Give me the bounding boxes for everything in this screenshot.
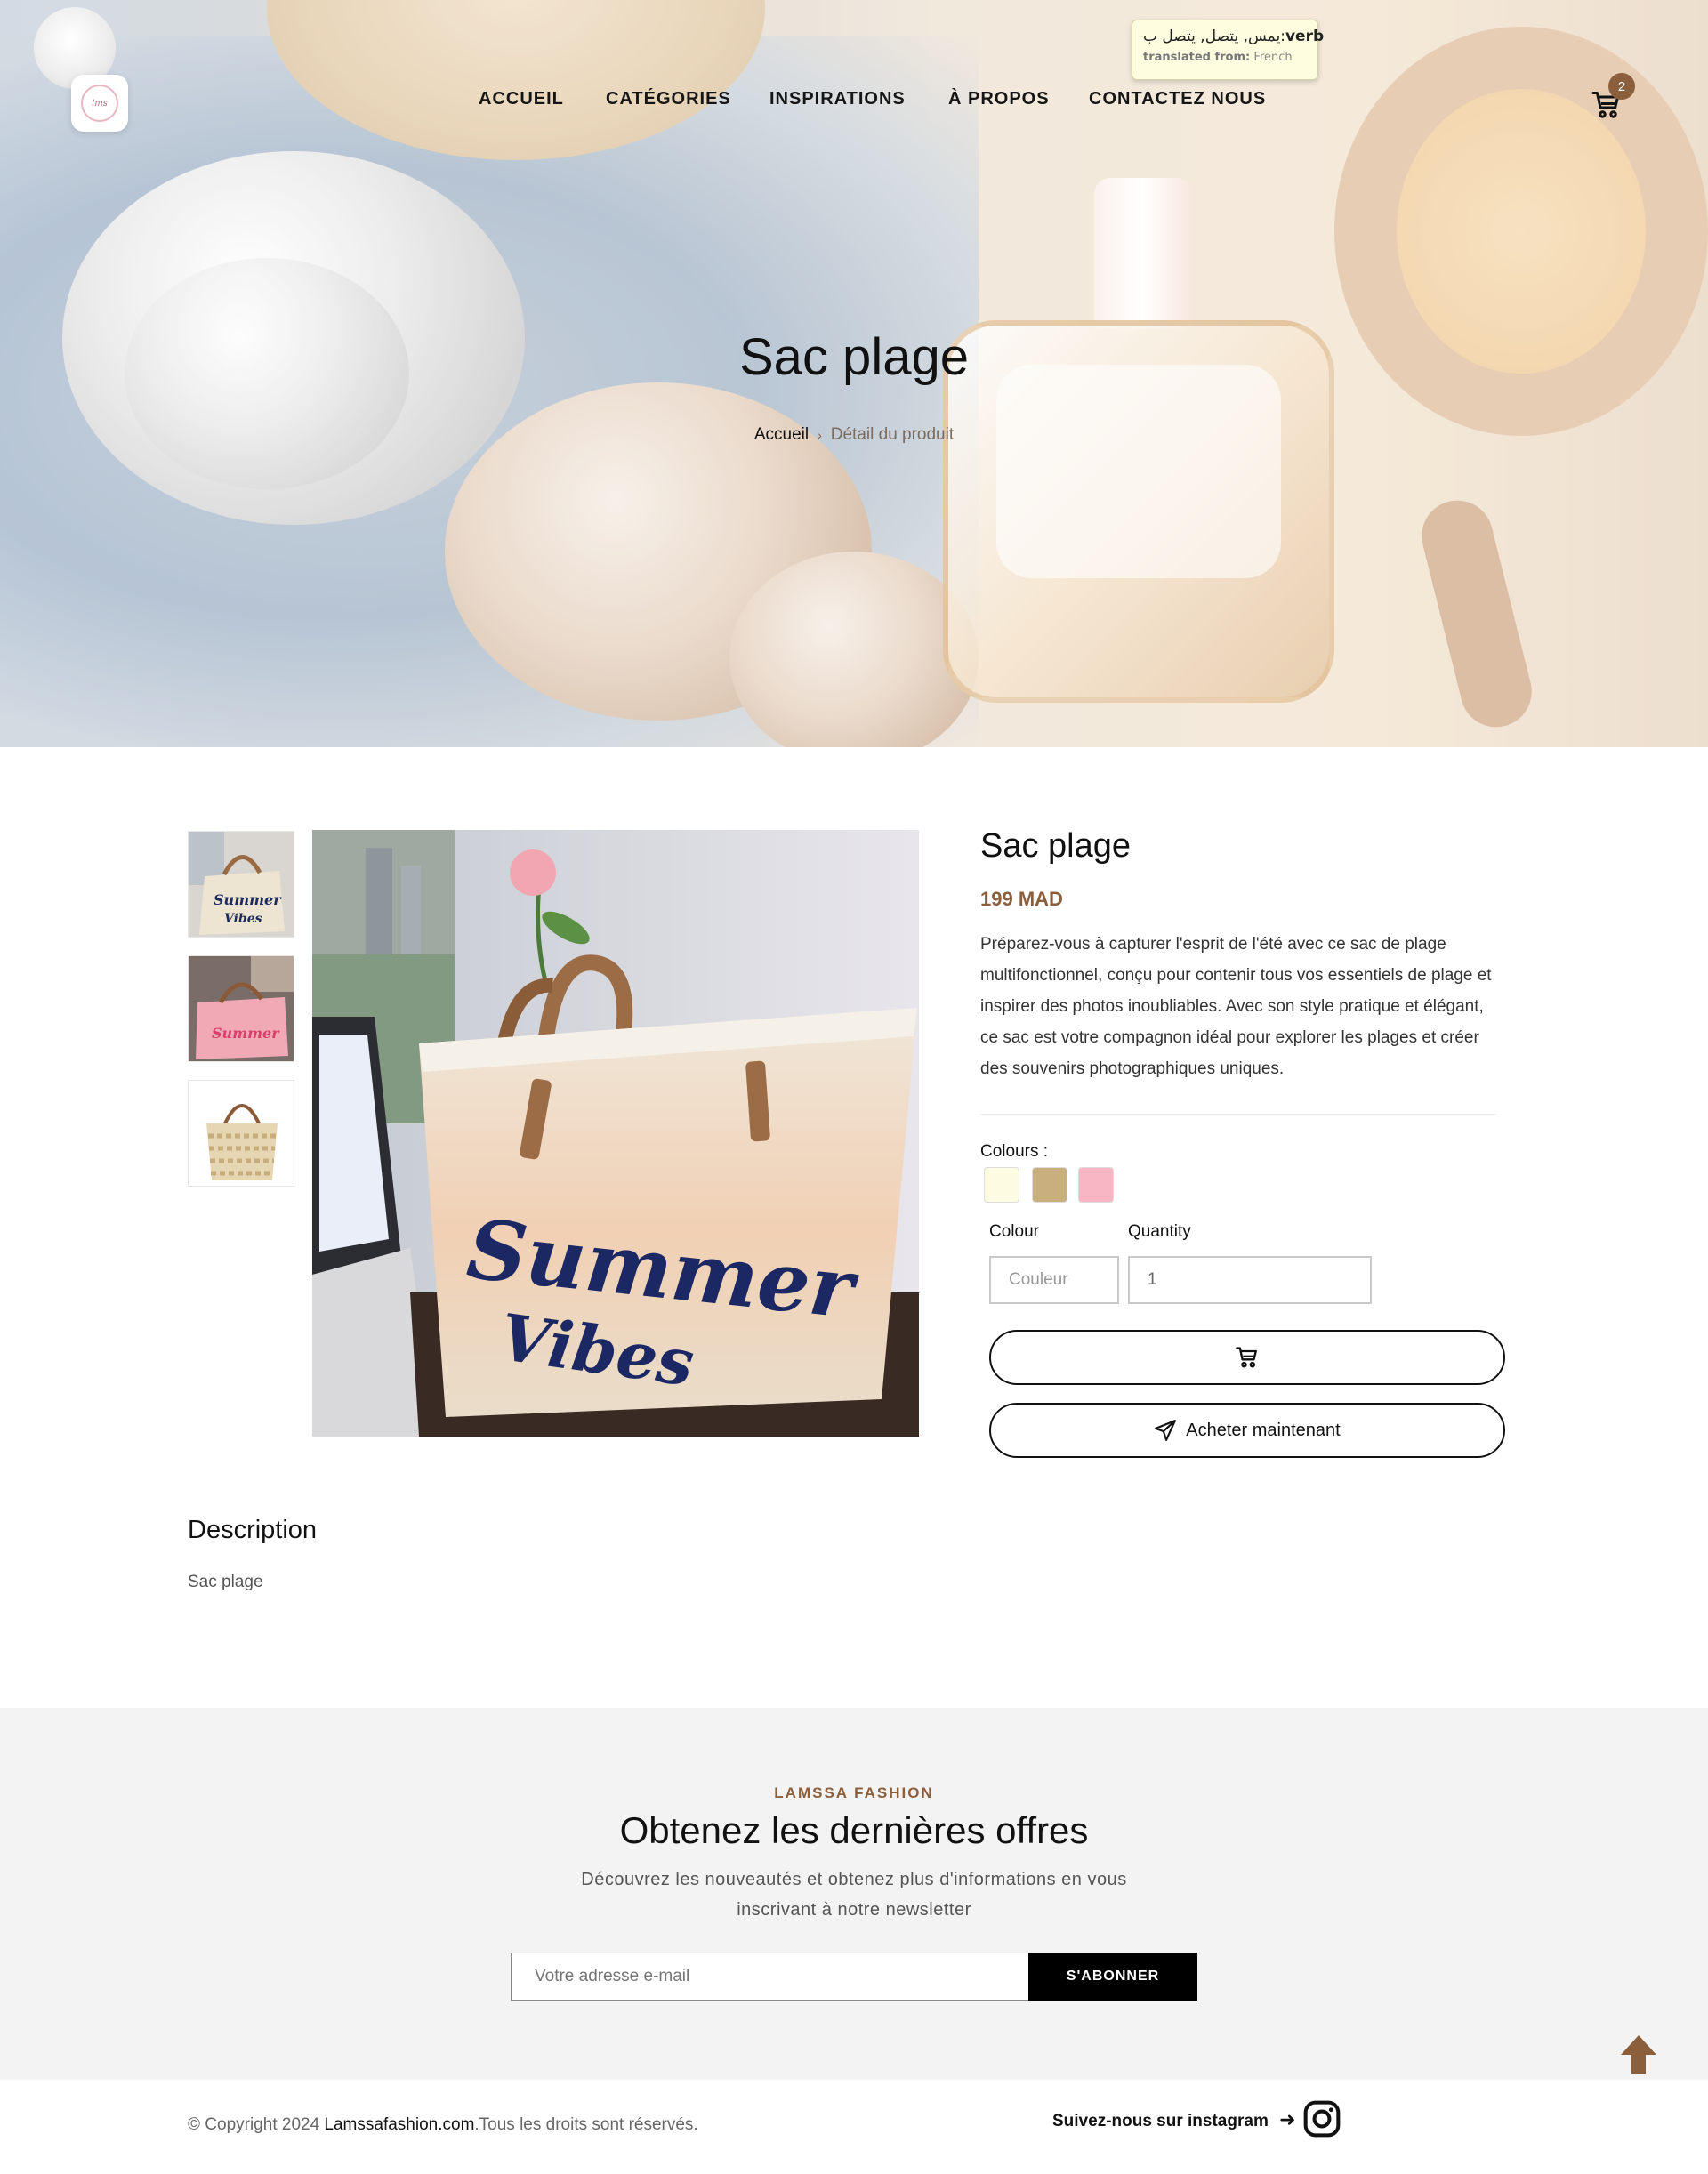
svg-text:Vibes: Vibes [224,912,262,926]
footer: © Copyright 2024 Lamssafashion.com.Tous … [0,2080,1708,2174]
colour-field-label: Colour [989,1222,1039,1241]
newsletter-title: Obtenez les dernières offres [619,1809,1089,1851]
translation-from-lang: French [1253,51,1293,64]
translation-from-label: translated from: [1143,51,1251,64]
svg-text:Summer: Summer [212,1025,280,1042]
colour-swatch-pink[interactable] [1078,1167,1114,1203]
thumbnail-bag-straw-image [189,1081,294,1186]
copyright-suffix: .Tous les droits sont réservés. [474,2115,698,2134]
product-price: 199 MAD [980,888,1063,910]
scroll-to-top-arrow-icon[interactable] [1619,2033,1658,2076]
product-thumbnail-1[interactable]: Summer Vibes [188,831,294,938]
nav-contact[interactable]: CONTACTEZ NOUS [1089,89,1266,109]
newsletter-section: LAMSSA FASHION Obtenez les dernières off… [0,1708,1708,2080]
quantity-input[interactable] [1128,1256,1372,1304]
add-to-cart-button[interactable] [989,1330,1505,1385]
cart-icon [1236,1347,1257,1368]
product-thumbnail-2[interactable]: Summer [188,955,294,1062]
colour-input[interactable] [989,1256,1119,1304]
copyright: © Copyright 2024 Lamssafashion.com.Tous … [188,2115,698,2135]
instagram-follow-text[interactable]: Suivez-nous sur instagram [1052,2112,1269,2131]
breadcrumb: Accueil › Détail du produit [0,425,1708,445]
colour-swatch-cream[interactable] [984,1167,1019,1203]
instagram-icon[interactable] [1302,2099,1341,2138]
product-main-image[interactable]: Summer Vibes [312,830,919,1437]
quantity-field-label: Quantity [1128,1222,1191,1241]
description-title: Description [188,1516,318,1544]
thumbnail-bag-pink-image: Summer [189,956,294,1061]
copyright-prefix: © Copyright 2024 [188,2115,325,2134]
nav-categories[interactable]: CATÉGORIES [606,89,731,109]
translation-line: يمس, يتصل, يتصل ب:verb [1143,28,1325,45]
buy-now-label: Acheter maintenant [1186,1420,1341,1440]
newsletter-kicker: LAMSSA FASHION [774,1784,934,1801]
svg-text:Summer: Summer [214,891,282,908]
translation-arabic: يمس, يتصل, يتصل ب [1143,28,1281,45]
product-description: Préparez-vous à capturer l'esprit de l'é… [980,935,1492,1078]
colour-swatch-beige[interactable] [1032,1167,1068,1203]
page-title: Sac plage [739,328,969,386]
arrow-right-icon: ➜ [1279,2108,1296,2130]
translation-tooltip: يمس, يتصل, يتصل ب:verb translated from: … [1132,20,1325,80]
description-body: Sac plage [188,1573,263,1591]
send-icon [1155,1420,1177,1441]
breadcrumb-separator: › [818,428,822,442]
product-title: Sac plage [980,827,1132,865]
newsletter-text: Découvrez les nouveautés et obtenez plus… [581,1870,1127,1920]
translation-source: translated from: French [1143,51,1307,64]
product-photo: Summer Vibes [312,830,919,1437]
colours-label: Colours : [980,1142,1049,1161]
thumbnail-bag-cream-image: Summer Vibes [189,832,294,937]
subscribe-button[interactable]: S'ABONNER [1028,1953,1197,2001]
breadcrumb-home[interactable]: Accueil [754,425,809,444]
nav-a-propos[interactable]: À PROPOS [948,89,1050,109]
details-divider [980,1114,1496,1115]
nav-accueil[interactable]: ACCUEIL [479,89,564,109]
product-thumbnail-3[interactable] [188,1080,294,1187]
main-nav: ACCUEIL CATÉGORIES INSPIRATIONS À PROPOS… [0,89,1708,116]
newsletter-email-input[interactable] [511,1953,1030,2001]
translation-pos: verb [1285,28,1325,45]
breadcrumb-current: Détail du produit [830,425,955,444]
buy-now-button[interactable]: Acheter maintenant [989,1403,1505,1458]
cart-count-badge: 2 [1608,73,1635,100]
site-link[interactable]: Lamssafashion.com [324,2115,474,2134]
nav-inspirations[interactable]: INSPIRATIONS [769,89,906,109]
